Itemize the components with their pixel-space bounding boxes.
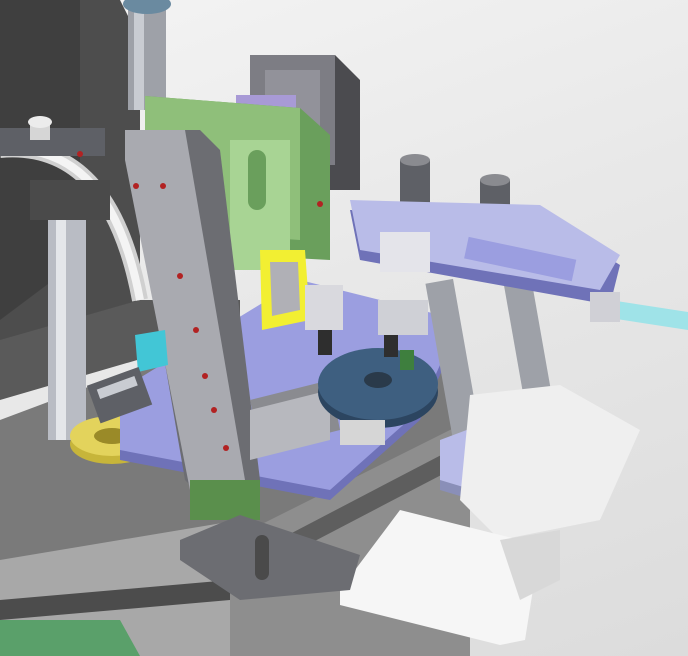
yellow-bracket — [260, 250, 310, 330]
upper-support-column — [123, 0, 171, 110]
cad-viewport[interactable] — [0, 0, 688, 656]
cad-assembly-render[interactable] — [0, 0, 688, 656]
linear-slide-arm — [350, 200, 620, 305]
cyan-guide-block — [135, 330, 168, 372]
cyan-nozzle — [590, 292, 688, 330]
